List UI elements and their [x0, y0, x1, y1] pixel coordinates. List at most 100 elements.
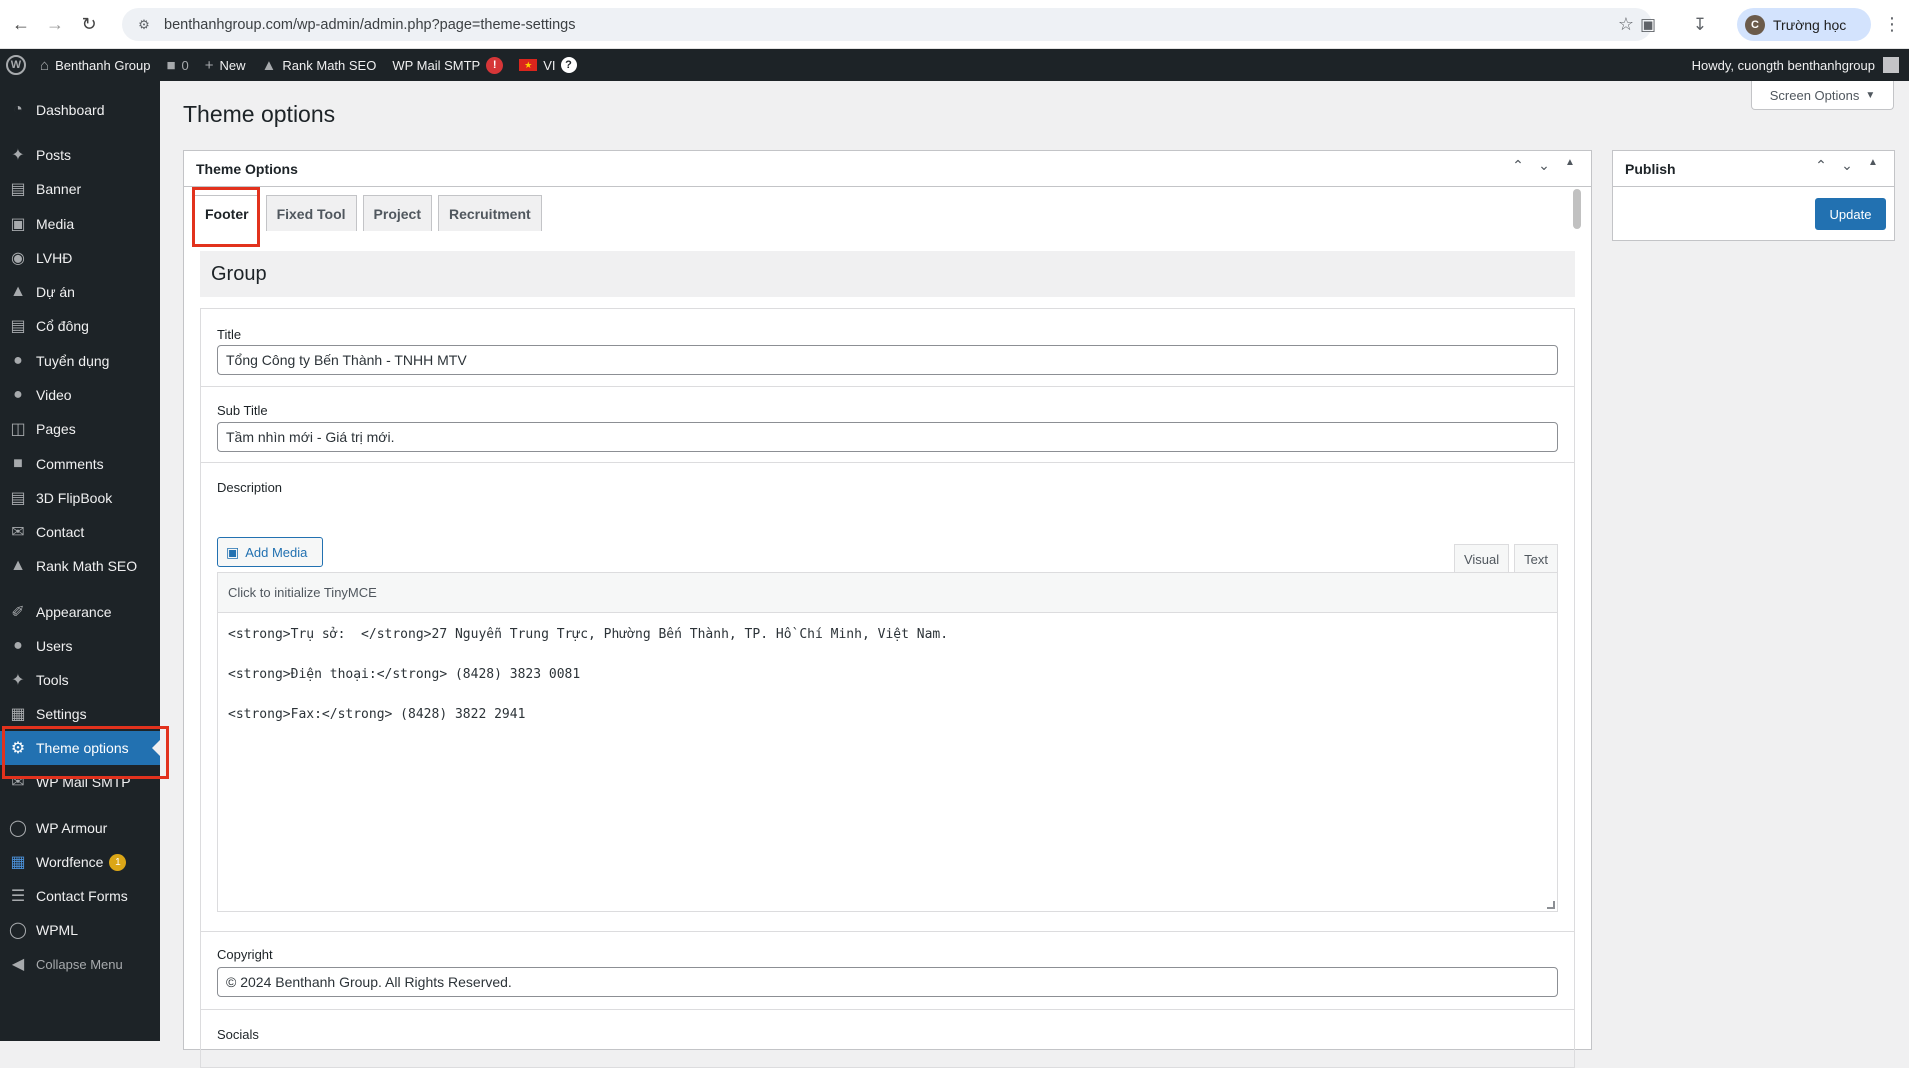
profile-avatar: C [1745, 14, 1765, 35]
bookmark-star-icon[interactable]: ☆ [1618, 14, 1634, 35]
settings-icon: ▦ [10, 706, 26, 723]
menu-video[interactable]: ● Video [0, 378, 160, 412]
menu-users[interactable]: ● Users [0, 629, 160, 663]
menu-tools[interactable]: ✦ Tools [0, 663, 160, 697]
admin-bar-wp-mail[interactable]: WP Mail SMTP ! [384, 49, 511, 81]
admin-bar-site[interactable]: ⌂ Benthanh Group [32, 49, 158, 81]
screen-options-button[interactable]: Screen Options ▼ [1751, 81, 1894, 110]
menu-wp-armour[interactable]: ◯ WP Armour [0, 811, 160, 845]
menu-3d-flipbook[interactable]: ▤ 3D FlipBook [0, 481, 160, 515]
toggle-panel-icon[interactable]: ▲ [1557, 157, 1583, 174]
reload-icon[interactable]: ↻ [76, 11, 102, 37]
admin-bar-comments[interactable]: ■ 0 [158, 49, 196, 81]
publish-box: Publish ⌃ ⌄ ▲ Update [1612, 150, 1895, 241]
tab-recruitment[interactable]: Recruitment [438, 195, 542, 231]
menu-appearance[interactable]: ✐ Appearance [0, 595, 160, 629]
title-input[interactable]: Tổng Công ty Bến Thành - TNHH MTV [217, 345, 1558, 375]
add-media-icon: ▣ [226, 543, 240, 560]
editor-line: <strong>Trụ sở: </strong>27 Nguyễn Trung… [228, 627, 949, 642]
socials-label: Socials [217, 1027, 259, 1042]
admin-bar-rank-math[interactable]: ▲ Rank Math SEO [254, 49, 385, 81]
menu-banner[interactable]: ▤ Banner [0, 172, 160, 206]
profile-button[interactable]: C Trường học [1737, 8, 1871, 41]
menu-collapse[interactable]: ◀ Collapse Menu [0, 947, 160, 981]
home-icon: ⌂ [40, 56, 50, 74]
help-icon: ? [560, 57, 577, 73]
menu-du-an[interactable]: ▲ Dự án [0, 275, 160, 309]
menu-comments[interactable]: ■ Comments [0, 447, 160, 481]
vietnam-flag-icon: ★ [519, 59, 538, 71]
user-icon: ● [13, 637, 23, 654]
toggle-panel-icon[interactable]: ▲ [1860, 157, 1886, 174]
menu-dashboard[interactable]: ◔ Dashboard [0, 93, 160, 127]
admin-bar-new[interactable]: + New [197, 49, 254, 81]
menu-rank-math[interactable]: ▲ Rank Math SEO [0, 549, 160, 583]
move-down-icon[interactable]: ⌄ [1834, 157, 1860, 174]
admin-bar-language[interactable]: ★ VI ? [511, 49, 584, 81]
wpml-icon: ◯ [9, 922, 27, 939]
download-icon[interactable]: ↧ [1685, 10, 1715, 40]
user-icon: ● [13, 352, 23, 369]
menu-wordfence[interactable]: ▦ Wordfence 1 [0, 845, 160, 879]
tinymce-notice[interactable]: Click to initialize TinyMCE [218, 573, 1557, 613]
alert-badge: ! [486, 56, 504, 74]
subtitle-input[interactable]: Tầm nhìn mới - Giá trị mới. [217, 422, 1558, 452]
panel-scrollbar[interactable] [1573, 189, 1581, 229]
shield-icon: ◯ [9, 820, 27, 837]
theme-options-box: Theme Options ⌃ ⌄ ▲ Footer Fixed Tool Pr… [183, 150, 1592, 1068]
divider [201, 386, 1574, 387]
admin-sidebar: ◔ Dashboard ✦ Posts ▤ Banner ▣ Media ◉ LVHĐ ▲… [0, 81, 160, 1041]
menu-wpml[interactable]: ◯ WPML [0, 913, 160, 947]
group-fields: Title Tổng Công ty Bến Thành - TNHH MTV … [200, 308, 1575, 1068]
dashboard-icon: ◔ [13, 101, 23, 118]
book-icon: ▤ [10, 490, 26, 507]
tab-project[interactable]: Project [362, 195, 432, 231]
copyright-label: Copyright [217, 947, 273, 962]
editor-line: <strong>Điện thoại:</strong> (8428) 3823… [228, 667, 581, 682]
comment-icon: ■ [13, 455, 23, 472]
brush-icon: ✐ [11, 604, 25, 621]
menu-posts[interactable]: ✦ Posts [0, 138, 160, 172]
resize-handle[interactable] [1547, 901, 1555, 909]
url-text: benthanhgroup.com/wp-admin/admin.php?pag… [164, 16, 576, 33]
forward-icon[interactable]: → [42, 11, 68, 37]
title-label: Title [217, 327, 242, 342]
highlight-footer-tab [192, 187, 260, 247]
menu-tuyen-dung[interactable]: ● Tuyển dụng [0, 344, 160, 378]
user-icon: ● [13, 386, 23, 403]
globe-icon: ◉ [11, 250, 25, 267]
tab-fixed-tool[interactable]: Fixed Tool [265, 195, 357, 231]
extensions-icon[interactable]: ▣ [1633, 10, 1663, 40]
back-icon[interactable]: ← [8, 11, 34, 37]
text-tab[interactable]: Text [1514, 544, 1558, 573]
copyright-input[interactable]: © 2024 Benthanh Group. All Rights Reserv… [217, 967, 1558, 997]
add-media-button[interactable]: ▣ Add Media [217, 537, 323, 567]
admin-bar-account[interactable]: Howdy, cuongth benthanhgroup [1692, 49, 1899, 81]
divider [201, 1009, 1574, 1010]
wordpress-logo-icon[interactable]: W [6, 55, 26, 75]
browser-menu-icon[interactable]: ⋮ [1881, 10, 1903, 40]
editor-line: <strong>Fax:</strong> (8428) 3822 2941 [228, 707, 526, 722]
chart-icon: ▲ [10, 557, 26, 574]
menu-contact[interactable]: ✉ Contact [0, 515, 160, 549]
description-editor[interactable]: Click to initialize TinyMCE <strong>Trụ … [217, 572, 1558, 912]
site-settings-icon[interactable]: ⚙ [136, 17, 152, 33]
move-up-icon[interactable]: ⌃ [1505, 157, 1531, 174]
page-title: Theme options [183, 101, 336, 127]
update-button[interactable]: Update [1815, 198, 1886, 230]
editor-content[interactable]: <strong>Trụ sở: </strong>27 Nguyễn Trung… [218, 613, 1557, 757]
menu-lvhd[interactable]: ◉ LVHĐ [0, 241, 160, 275]
browser-toolbar: ← → ↻ ⚙ benthanhgroup.com/wp-admin/admin… [0, 0, 1909, 49]
rank-math-icon: ▲ [261, 56, 277, 74]
menu-pages[interactable]: ◫ Pages [0, 412, 160, 446]
address-bar[interactable]: ⚙ benthanhgroup.com/wp-admin/admin.php?p… [122, 8, 1652, 41]
menu-media[interactable]: ▣ Media [0, 207, 160, 241]
highlight-theme-options [2, 726, 169, 779]
menu-co-dong[interactable]: ▤ Cổ đông [0, 309, 160, 343]
menu-contact-forms[interactable]: ☰ Contact Forms [0, 879, 160, 913]
visual-tab[interactable]: Visual [1453, 544, 1510, 573]
comment-bubble-icon: ■ [166, 56, 176, 74]
move-up-icon[interactable]: ⌃ [1808, 157, 1834, 174]
move-down-icon[interactable]: ⌄ [1531, 157, 1557, 174]
divider [201, 931, 1574, 932]
